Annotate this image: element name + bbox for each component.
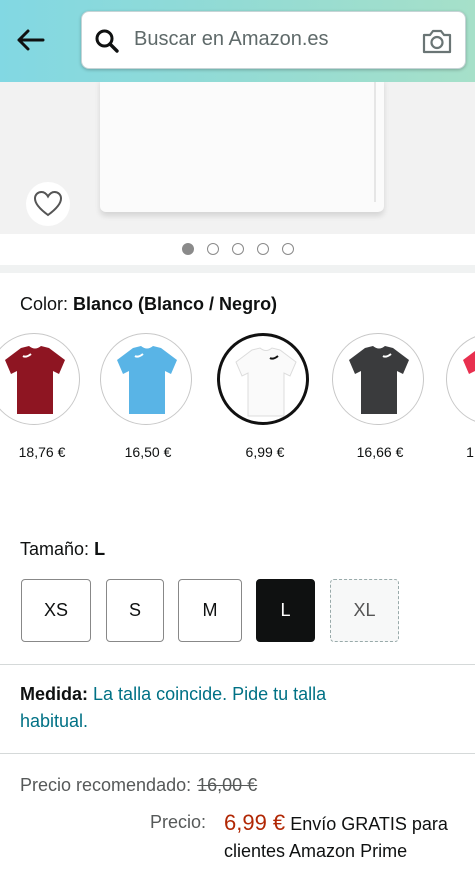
swatch-price: 16,66 € xyxy=(356,444,404,460)
current-price: 6,99 € xyxy=(224,810,286,835)
color-swatch[interactable]: 16,66 € xyxy=(332,330,428,460)
color-label: Color: xyxy=(20,294,69,314)
heart-icon xyxy=(33,190,63,217)
size-option-l[interactable]: L xyxy=(256,579,315,642)
size-option-s[interactable]: S xyxy=(106,579,164,642)
swatch-image xyxy=(0,333,80,425)
size-option-xs[interactable]: XS xyxy=(21,579,91,642)
color-heading: Color: Blanco (Blanco / Negro) xyxy=(20,294,277,315)
size-option-m[interactable]: M xyxy=(178,579,242,642)
back-button[interactable] xyxy=(10,20,50,60)
tshirt-icon xyxy=(463,351,475,414)
recommended-price-label: Precio recomendado: xyxy=(20,775,192,795)
size-selected-value: L xyxy=(94,539,106,559)
size-option-xl[interactable]: XL xyxy=(330,579,399,642)
price-block: 6,99 € Envío GRATIS para clientes Amazon… xyxy=(224,809,464,865)
carousel-dots xyxy=(0,234,475,264)
arrow-left-icon xyxy=(17,29,45,51)
color-swatch[interactable]: 16,50 € xyxy=(100,330,196,460)
carousel-dot[interactable] xyxy=(256,243,269,255)
tshirt-icon xyxy=(235,347,297,417)
camera-icon[interactable] xyxy=(421,27,453,55)
swatch-price: 18,76 € xyxy=(18,444,66,460)
search-icon xyxy=(95,29,119,53)
tshirt-icon xyxy=(349,346,409,414)
measure-label: Medida: xyxy=(20,684,89,704)
tshirt-icon xyxy=(117,346,177,414)
swatch-price: 16,50 € xyxy=(124,444,172,460)
swatch-image xyxy=(217,333,309,425)
color-swatch-list: 18,76 € 16,50 € 6,99 € 16,66 € 1 xyxy=(0,330,475,470)
color-swatch-selected[interactable]: 6,99 € xyxy=(217,330,313,460)
product-image[interactable] xyxy=(0,82,475,234)
section-divider xyxy=(0,265,475,273)
size-fit-note: Medida: La talla coincide. Pide tu talla… xyxy=(20,681,360,735)
size-heading: Tamaño: L xyxy=(20,539,105,560)
search-bar[interactable]: Buscar en Amazon.es xyxy=(81,11,466,69)
swatch-price: 6,99 € xyxy=(245,444,285,460)
carousel-dot[interactable] xyxy=(206,243,219,255)
search-input[interactable]: Buscar en Amazon.es xyxy=(134,28,329,51)
carousel-dot[interactable] xyxy=(181,243,194,255)
color-swatch[interactable]: 18,76 € xyxy=(0,330,84,460)
swatch-image xyxy=(446,333,475,425)
product-photo xyxy=(100,82,384,212)
divider xyxy=(0,753,475,754)
wishlist-button[interactable] xyxy=(26,182,70,226)
swatch-price: 1 xyxy=(466,444,474,460)
recommended-price-row: Precio recomendado: 16,00 € xyxy=(20,775,257,796)
top-bar: Buscar en Amazon.es xyxy=(0,0,475,82)
color-selected-value: Blanco (Blanco / Negro) xyxy=(73,294,278,314)
swatch-image xyxy=(332,333,424,425)
carousel-dot[interactable] xyxy=(281,243,294,255)
swatch-image xyxy=(100,333,192,425)
size-label: Tamaño: xyxy=(20,539,90,559)
product-page: Buscar en Amazon.es Color: Blanco (Blanc… xyxy=(0,0,475,893)
divider xyxy=(0,664,475,665)
color-swatch[interactable]: 1 xyxy=(446,330,475,460)
recommended-price-value: 16,00 € xyxy=(197,775,258,795)
price-label: Precio: xyxy=(150,812,207,832)
photo-detail xyxy=(374,82,376,202)
tshirt-icon xyxy=(5,346,65,414)
carousel-dot[interactable] xyxy=(231,243,244,255)
